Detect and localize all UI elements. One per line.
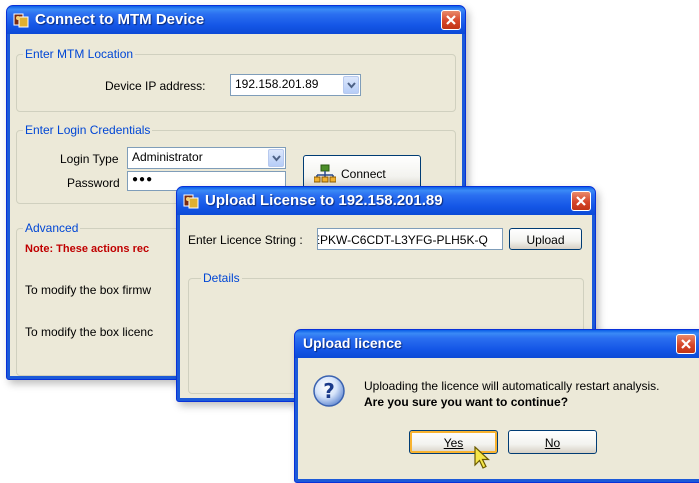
- app-icon: [13, 13, 29, 28]
- password-value: ●●●: [132, 174, 154, 185]
- mtm-location-group: Enter MTM Location Device IP address: 19…: [16, 47, 456, 112]
- mtm-location-legend: Enter MTM Location: [23, 47, 136, 61]
- connect-label: Connect: [341, 167, 386, 181]
- login-type-dropdown-button[interactable]: [268, 149, 284, 167]
- upload-license-close-button[interactable]: [571, 191, 591, 211]
- connect-window-title: Connect to MTM Device: [35, 11, 205, 28]
- ip-address-label: Device IP address:: [105, 79, 206, 93]
- no-button[interactable]: No: [508, 430, 597, 454]
- close-icon: [681, 339, 691, 349]
- dialog-titlebar[interactable]: Upload licence: [295, 330, 699, 358]
- connect-window-close-button[interactable]: [441, 10, 461, 30]
- ip-address-combo[interactable]: 192.158.201.89: [230, 74, 361, 96]
- dialog-message: Uploading the licence will automatically…: [364, 379, 660, 393]
- chevron-down-icon: [347, 82, 356, 89]
- password-label: Password: [67, 176, 120, 190]
- svg-text:?: ?: [323, 379, 335, 403]
- dialog-question: Are you sure you want to continue?: [364, 395, 569, 409]
- no-label: No: [544, 436, 561, 450]
- login-credentials-legend: Enter Login Credentials: [23, 123, 153, 137]
- dialog-title: Upload licence: [303, 335, 402, 351]
- modify-firmware-text: To modify the box firmw: [25, 283, 152, 297]
- upload-license-titlebar[interactable]: Upload License to 192.158.201.89: [177, 187, 595, 215]
- advanced-legend: Advanced: [23, 221, 81, 235]
- login-type-value: Administrator: [132, 150, 203, 164]
- advanced-note: Note: These actions rec: [25, 243, 150, 255]
- question-icon: ?: [313, 375, 345, 407]
- chevron-down-icon: [272, 155, 281, 162]
- upload-button[interactable]: Upload: [509, 228, 582, 250]
- network-icon: [314, 164, 336, 183]
- connect-window-titlebar[interactable]: Connect to MTM Device: [7, 6, 465, 34]
- dialog-close-button[interactable]: [676, 334, 696, 354]
- licence-string-value: EPKW-C6CDT-L3YFG-PLH5K-Q: [317, 233, 488, 247]
- close-icon: [576, 196, 586, 206]
- licence-string-label: Enter Licence String :: [188, 233, 303, 247]
- licence-string-input[interactable]: EPKW-C6CDT-L3YFG-PLH5K-Q: [317, 228, 503, 250]
- details-legend: Details: [201, 271, 242, 285]
- ip-address-dropdown-button[interactable]: [343, 76, 359, 94]
- upload-licence-dialog: Upload licence ? Uploading the licence w…: [294, 329, 699, 483]
- login-type-label: Login Type: [60, 152, 119, 166]
- dialog-body: ? Uploading the licence will automatical…: [298, 358, 699, 479]
- modify-licence-text: To modify the box licenc: [25, 325, 154, 339]
- ip-address-value: 192.158.201.89: [235, 77, 319, 91]
- upload-license-title: Upload License to 192.158.201.89: [205, 192, 443, 209]
- login-type-combo[interactable]: Administrator: [127, 147, 286, 169]
- close-icon: [446, 15, 456, 25]
- app-icon: [183, 194, 199, 209]
- upload-label: Upload: [526, 233, 565, 247]
- mouse-cursor-icon: [474, 446, 491, 469]
